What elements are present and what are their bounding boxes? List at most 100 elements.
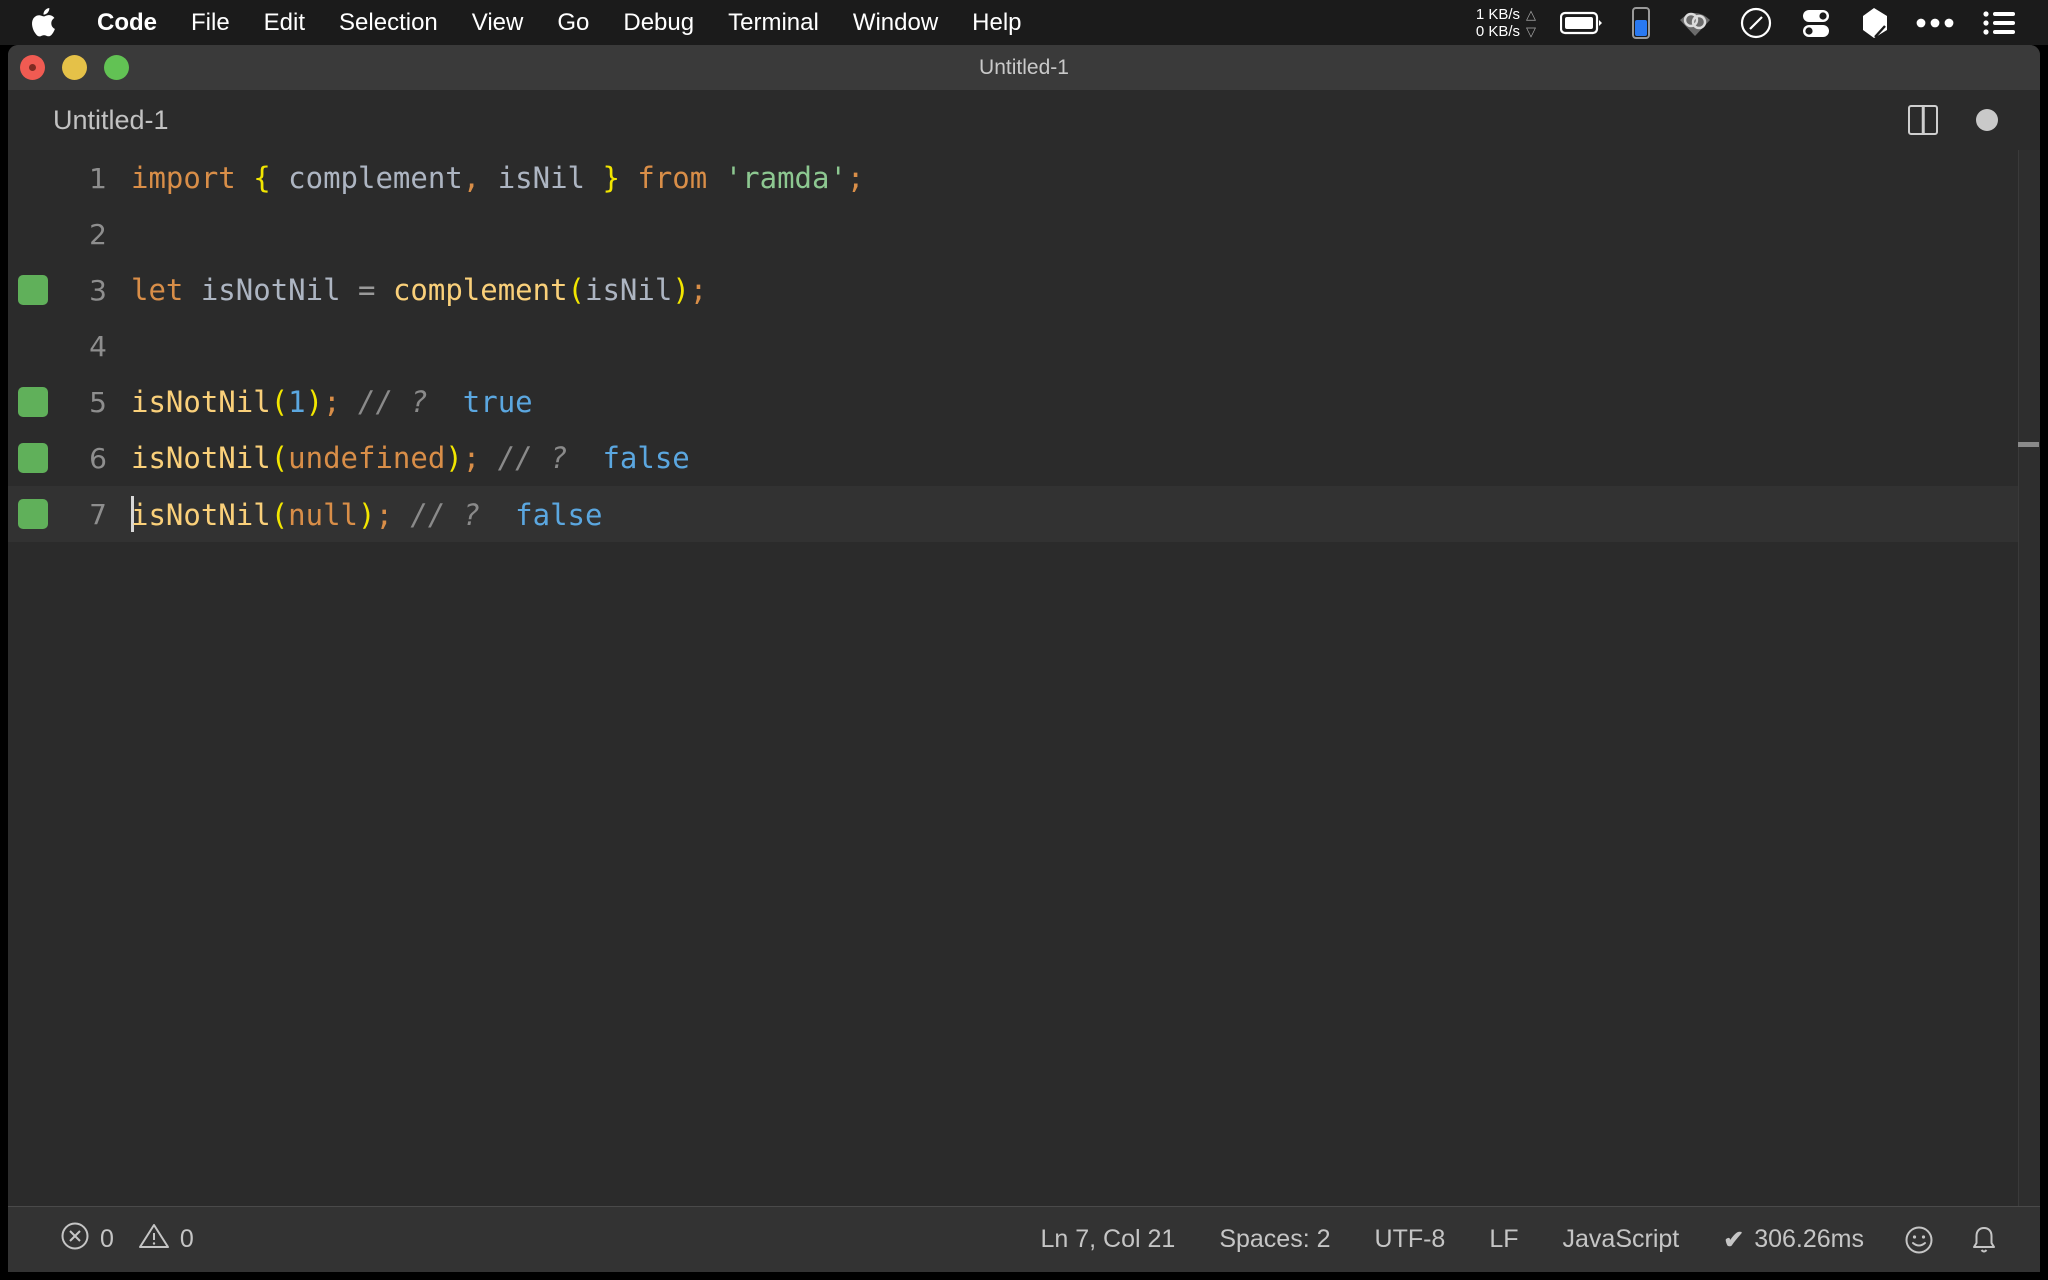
code-token: isNotNil bbox=[131, 498, 271, 532]
code-token: true bbox=[462, 385, 533, 419]
code-token: isNil bbox=[480, 161, 603, 195]
code-token: ( bbox=[270, 385, 289, 419]
code-token: { bbox=[253, 161, 271, 195]
upload-arrow-icon: △ bbox=[1526, 6, 1536, 22]
code-line-4[interactable]: 4 bbox=[8, 318, 2040, 374]
network-speed-indicator[interactable]: 1 KB/s 0 KB/s △ ▽ bbox=[1466, 0, 1546, 45]
code-line-2[interactable]: 2 bbox=[8, 206, 2040, 262]
status-bar: 0 0 Ln 7, Col 21 Spaces: 2 UTF-8 LF Java… bbox=[8, 1206, 2040, 1272]
code-token: ; bbox=[689, 273, 708, 307]
code-text[interactable]: isNotNil(undefined); // ? false bbox=[131, 441, 690, 475]
file-encoding[interactable]: UTF-8 bbox=[1353, 1225, 1468, 1254]
menu-help[interactable]: Help bbox=[955, 0, 1038, 45]
unsaved-indicator-dot[interactable] bbox=[1976, 109, 1998, 131]
quokka-runtime[interactable]: ✔ 306.26ms bbox=[1701, 1225, 1886, 1255]
more-ellipsis-icon[interactable] bbox=[1902, 0, 1968, 45]
warning-count: 0 bbox=[179, 1225, 194, 1253]
error-circle-icon bbox=[60, 1221, 90, 1258]
code-line-6[interactable]: 6 isNotNil(undefined); // ? false bbox=[8, 430, 2040, 486]
code-token: 1 bbox=[288, 385, 306, 419]
line-number: 4 bbox=[89, 329, 107, 363]
status-bar-left: 0 0 bbox=[38, 1221, 216, 1258]
line-number: 2 bbox=[89, 217, 107, 251]
code-token: isNotNil bbox=[131, 441, 271, 475]
editor-scrollbar[interactable] bbox=[2018, 150, 2040, 1206]
code-token: , bbox=[462, 161, 481, 195]
code-token: ( bbox=[567, 273, 586, 307]
code-text[interactable]: isNotNil(null); // ? false bbox=[131, 496, 602, 532]
language-mode[interactable]: JavaScript bbox=[1541, 1225, 1702, 1254]
menu-file[interactable]: File bbox=[174, 0, 247, 45]
menu-selection[interactable]: Selection bbox=[322, 0, 455, 45]
code-token: // ? bbox=[392, 498, 516, 532]
split-editor-icon[interactable] bbox=[1908, 105, 1938, 135]
toggles-icon[interactable] bbox=[1786, 0, 1846, 45]
error-count: 0 bbox=[100, 1225, 114, 1253]
code-token: ) bbox=[305, 385, 324, 419]
quokka-gutter-marker-icon[interactable] bbox=[18, 499, 48, 529]
code-token: ) bbox=[445, 441, 463, 475]
dropbox-icon[interactable] bbox=[1846, 0, 1902, 45]
indentation-setting[interactable]: Spaces: 2 bbox=[1197, 1225, 1352, 1254]
code-token: complement bbox=[392, 273, 568, 307]
code-token: import bbox=[131, 161, 236, 195]
menu-view[interactable]: View bbox=[455, 0, 541, 45]
code-text[interactable]: isNotNil(1); // ? true bbox=[131, 385, 533, 419]
tab-untitled-1[interactable]: Untitled-1 bbox=[53, 105, 169, 136]
vscode-window: Untitled-1 Untitled-1 1 import { compleme… bbox=[8, 45, 2040, 1272]
code-line-1[interactable]: 1 import { complement, isNil } from 'ramd… bbox=[8, 150, 2040, 206]
code-token: } bbox=[602, 161, 620, 195]
menu-code[interactable]: Code bbox=[80, 0, 174, 45]
warning-triangle-icon bbox=[138, 1222, 170, 1257]
window-title: Untitled-1 bbox=[979, 55, 1069, 79]
code-token: ; bbox=[846, 161, 865, 195]
quokka-elapsed-time: 306.26ms bbox=[1754, 1225, 1864, 1253]
code-lines-container: 1 import { complement, isNil } from 'ramd… bbox=[8, 150, 2040, 542]
menu-debug[interactable]: Debug bbox=[606, 0, 711, 45]
problems-indicator[interactable]: 0 0 bbox=[38, 1221, 216, 1258]
code-token: // ? bbox=[480, 441, 603, 475]
apple-logo-icon[interactable] bbox=[28, 0, 58, 45]
code-line-5[interactable]: 5 isNotNil(1); // ? true bbox=[8, 374, 2040, 430]
code-token: isNil bbox=[585, 273, 673, 307]
code-token: false bbox=[602, 441, 690, 475]
code-token: ; bbox=[323, 385, 341, 419]
line-number: 1 bbox=[89, 161, 107, 195]
code-token: ( bbox=[270, 498, 289, 532]
code-editor[interactable]: 1 import { complement, isNil } from 'ramd… bbox=[8, 150, 2040, 1206]
cursor-position[interactable]: Ln 7, Col 21 bbox=[1019, 1225, 1198, 1254]
do-not-disturb-icon[interactable] bbox=[1726, 0, 1786, 45]
vpn-eye-icon[interactable] bbox=[1664, 0, 1726, 45]
smiley-face-icon[interactable] bbox=[1886, 1225, 1952, 1255]
menu-terminal[interactable]: Terminal bbox=[711, 0, 836, 45]
end-of-line-sequence[interactable]: LF bbox=[1467, 1225, 1540, 1254]
status-bar-right: Ln 7, Col 21 Spaces: 2 UTF-8 LF JavaScri… bbox=[1019, 1225, 2041, 1255]
control-center-icon[interactable] bbox=[1968, 0, 2030, 45]
editor-actions bbox=[1908, 105, 2040, 135]
code-token: // ? bbox=[340, 385, 463, 419]
code-text[interactable]: import { complement, isNil } from 'ramda… bbox=[131, 161, 864, 195]
bell-icon[interactable] bbox=[1952, 1225, 2016, 1255]
quokka-gutter-marker-icon[interactable] bbox=[18, 275, 48, 305]
code-line-7[interactable]: 7 isNotNil(null); // ? false bbox=[8, 486, 2040, 542]
menu-window[interactable]: Window bbox=[836, 0, 955, 45]
check-mark-icon: ✔ bbox=[1723, 1225, 1745, 1254]
menu-edit[interactable]: Edit bbox=[247, 0, 322, 45]
code-token: from bbox=[637, 161, 708, 195]
code-token: ) bbox=[672, 273, 690, 307]
code-text[interactable]: let isNotNil = complement(isNil); bbox=[131, 273, 707, 307]
quokka-gutter-marker-icon[interactable] bbox=[18, 443, 48, 473]
code-token: ) bbox=[358, 498, 376, 532]
editor-tab-bar: Untitled-1 bbox=[8, 90, 2040, 150]
menu-bar-items: Code File Edit Selection View Go Debug T… bbox=[0, 0, 1039, 45]
battery-icon[interactable] bbox=[1546, 0, 1618, 45]
code-line-3[interactable]: 3 let isNotNil = complement(isNil); bbox=[8, 262, 2040, 318]
quokka-gutter-marker-icon[interactable] bbox=[18, 387, 48, 417]
code-token: complement bbox=[270, 161, 463, 195]
menu-go[interactable]: Go bbox=[540, 0, 606, 45]
battery-level-icon[interactable] bbox=[1618, 0, 1664, 45]
code-token: undefined bbox=[288, 441, 446, 475]
